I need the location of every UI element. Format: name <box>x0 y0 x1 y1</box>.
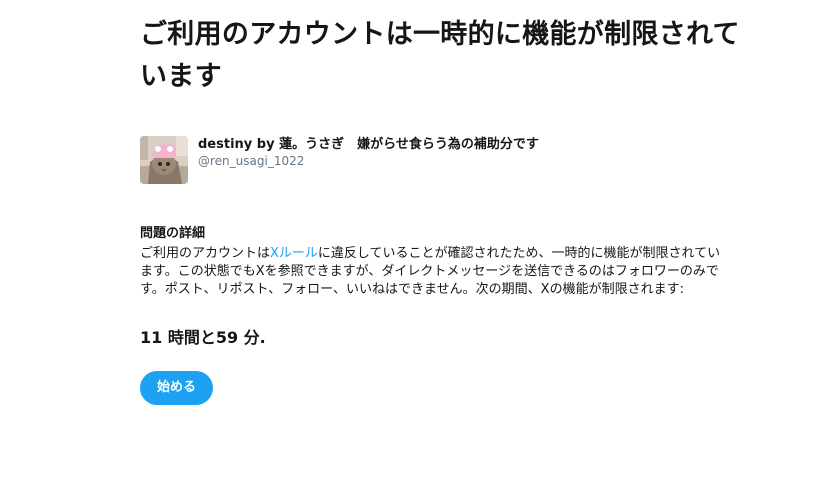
details-body: ご利用のアカウントはXルールに違反していることが確認されたため、一時的に機能が制… <box>140 245 730 299</box>
avatar[interactable] <box>140 136 188 184</box>
x-rules-link[interactable]: Xルール <box>270 246 318 261</box>
account-info: destiny by 蓮。うさぎ 嫌がらせ食らう為の補助分です @ren_usa… <box>198 136 539 170</box>
display-name: destiny by 蓮。うさぎ 嫌がらせ食らう為の補助分です <box>198 137 539 152</box>
screen-name: @ren_usagi_1022 <box>198 154 305 168</box>
main-content: ご利用のアカウントは一時的に機能が制限されています destiny by 蓮。う… <box>140 14 740 405</box>
start-button[interactable]: 始める <box>140 371 214 405</box>
details-heading: 問題の詳細 <box>140 226 206 241</box>
account-card: destiny by 蓮。うさぎ 嫌がらせ食らう為の補助分です @ren_usa… <box>140 136 740 184</box>
details-body-before-link: ご利用のアカウントは <box>140 246 271 261</box>
problem-details: 問題の詳細 ご利用のアカウントはXルールに違反していることが確認されたため、一時… <box>140 225 740 299</box>
page-title: ご利用のアカウントは一時的に機能が制限されています <box>140 19 740 92</box>
cat-avatar-icon <box>140 136 188 184</box>
restriction-countdown: 11 時間と59 分. <box>140 328 266 347</box>
